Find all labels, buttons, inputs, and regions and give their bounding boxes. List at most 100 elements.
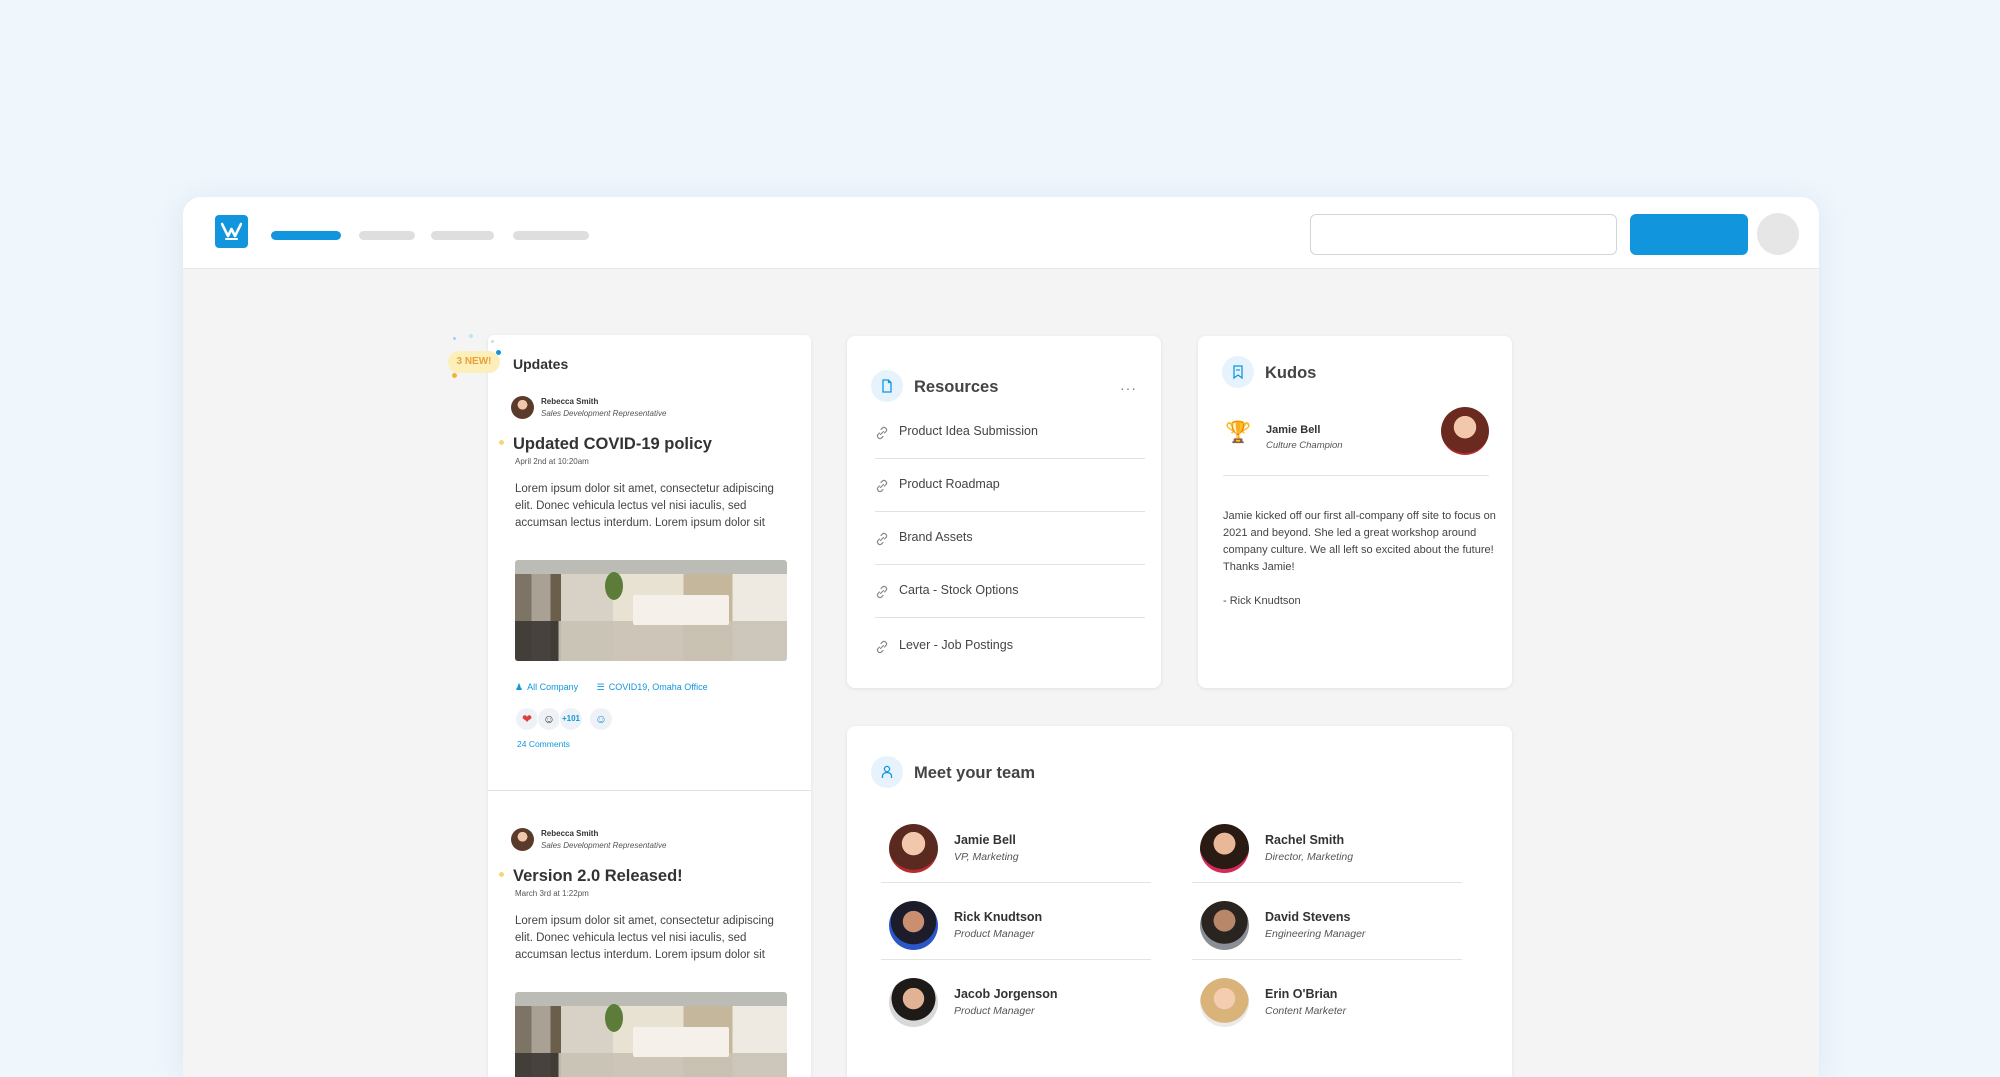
nav-tab-3[interactable] [431,231,494,240]
search-input[interactable] [1310,214,1617,255]
team-member[interactable]: Erin O'Brian Content Marketer [1192,972,1462,1048]
new-updates-badge: 3 NEW! [448,351,500,373]
member-role: Director, Marketing [1265,851,1354,863]
kudos-title: Kudos [1265,364,1317,382]
person-icon [871,756,903,788]
resource-item-product-roadmap[interactable]: Product Roadmap [875,459,1145,512]
member-role: VP, Marketing [954,851,1019,863]
kudos-card: Kudos 🏆 Jamie Bell Culture Champion Jami… [1198,336,1512,688]
resource-item-carta-stock-options[interactable]: Carta - Stock Options [875,565,1145,618]
member-name[interactable]: Jamie Bell [954,833,1016,847]
nav-tab-4[interactable] [513,231,589,240]
kudos-message: Jamie kicked off our first all-company o… [1223,510,1496,573]
resource-label[interactable]: Lever - Job Postings [899,638,1013,652]
link-icon [876,585,888,599]
divider [1192,882,1462,883]
post-author-name[interactable]: Rebecca Smith [541,397,598,406]
post-tags: ♟ All Company ☰ COVID19, Omaha Office [515,682,712,693]
divider [881,959,1151,960]
updates-card: 3 NEW! Updates Rebecca Smith Sales Devel… [448,334,811,1077]
link-icon [876,640,888,654]
sparkle-decoration [453,337,456,340]
post-title[interactable]: Updated COVID-19 policy [513,435,712,454]
add-reaction-icon[interactable]: ☺ [589,707,613,731]
member-name[interactable]: David Stevens [1265,910,1350,924]
resource-label[interactable]: Product Idea Submission [899,424,1038,438]
user-avatar[interactable] [1757,213,1799,255]
post-date: March 3rd at 1:22pm [515,889,589,898]
laugh-reaction-icon[interactable]: ☺ [537,707,561,731]
nav-tab-1[interactable] [271,231,341,240]
member-name[interactable]: Rachel Smith [1265,833,1344,847]
kudos-signature: - Rick Knudtson [1223,595,1301,607]
team-member[interactable]: Jacob Jorgenson Product Manager [881,972,1151,1048]
bookmark-icon [1222,356,1254,388]
team-member[interactable]: David Stevens Engineering Manager [1192,895,1462,971]
team-member[interactable]: Jamie Bell VP, Marketing [881,818,1151,894]
resource-item-brand-assets[interactable]: Brand Assets [875,512,1145,565]
link-icon [876,479,888,493]
kudos-recipient-role: Culture Champion [1266,440,1343,451]
post-author-role: Sales Development Representative [541,409,667,418]
kudos-recipient-name[interactable]: Jamie Bell [1266,424,1320,436]
primary-action-button[interactable] [1630,214,1748,255]
member-role: Product Manager [954,1005,1035,1017]
workvivo-logo-icon[interactable] [215,215,248,248]
unread-dot [499,872,504,877]
member-avatar[interactable] [1200,824,1249,873]
heart-reaction-icon[interactable]: ❤ [515,707,539,731]
post-image-office[interactable] [515,992,787,1077]
resources-card: Resources ··· Product Idea Submission Pr… [847,336,1161,688]
audience-link[interactable]: All Company [527,682,578,692]
post-author-role: Sales Development Representative [541,841,667,850]
resource-item-lever-job-postings[interactable]: Lever - Job Postings [875,620,1145,673]
sparkle-decoration [452,373,457,378]
member-name[interactable]: Rick Knudtson [954,910,1042,924]
post-body: Lorem ipsum dolor sit amet, consectetur … [515,483,774,529]
resource-label[interactable]: Product Roadmap [899,477,1000,491]
divider [1223,475,1489,476]
divider [881,882,1151,883]
top-navigation-bar [183,197,1819,269]
post-title[interactable]: Version 2.0 Released! [513,867,683,886]
member-role: Engineering Manager [1265,928,1366,940]
member-avatar[interactable] [889,978,938,1027]
resource-item-product-idea-submission[interactable]: Product Idea Submission [875,406,1145,459]
person-icon: ♟ [515,682,524,692]
member-role: Content Marketer [1265,1005,1347,1017]
reaction-count[interactable]: +101 [559,707,583,731]
topics-link[interactable]: COVID19, Omaha Office [609,682,708,692]
app-window: 3 NEW! Updates Rebecca Smith Sales Devel… [183,197,1819,1077]
link-icon [876,532,888,546]
team-member[interactable]: Rick Knudtson Product Manager [881,895,1151,971]
post-divider [488,790,811,791]
meet-your-team-card: Meet your team Jamie Bell VP, Marketing … [847,726,1512,1077]
post-body: Lorem ipsum dolor sit amet, consectetur … [515,915,774,961]
author-avatar[interactable] [511,828,534,851]
resource-label[interactable]: Brand Assets [899,530,973,544]
member-role: Product Manager [954,928,1035,940]
kudos-recipient-avatar[interactable] [1441,407,1489,455]
member-avatar[interactable] [889,824,938,873]
member-avatar[interactable] [889,901,938,950]
member-name[interactable]: Jacob Jorgenson [954,987,1058,1001]
member-name[interactable]: Erin O'Brian [1265,987,1337,1001]
resource-label[interactable]: Carta - Stock Options [899,583,1019,597]
unread-dot [499,440,504,445]
trophy-icon: 🏆 [1225,421,1252,444]
tag-icon: ☰ [596,682,605,692]
more-options-icon[interactable]: ··· [1120,380,1137,396]
team-member[interactable]: Rachel Smith Director, Marketing [1192,818,1462,894]
post-author-name[interactable]: Rebecca Smith [541,829,598,838]
member-avatar[interactable] [1200,901,1249,950]
resources-title: Resources [914,378,999,396]
post-date: April 2nd at 10:20am [515,457,589,466]
post-image-office[interactable] [515,560,787,661]
team-title: Meet your team [914,764,1036,782]
reactions-bar[interactable]: ❤ ☺ +101 ☺ [515,707,625,731]
nav-tab-2[interactable] [359,231,415,240]
author-avatar[interactable] [511,396,534,419]
member-avatar[interactable] [1200,978,1249,1027]
sparkle-decoration [491,340,494,343]
comments-link[interactable]: 24 Comments [517,739,570,749]
